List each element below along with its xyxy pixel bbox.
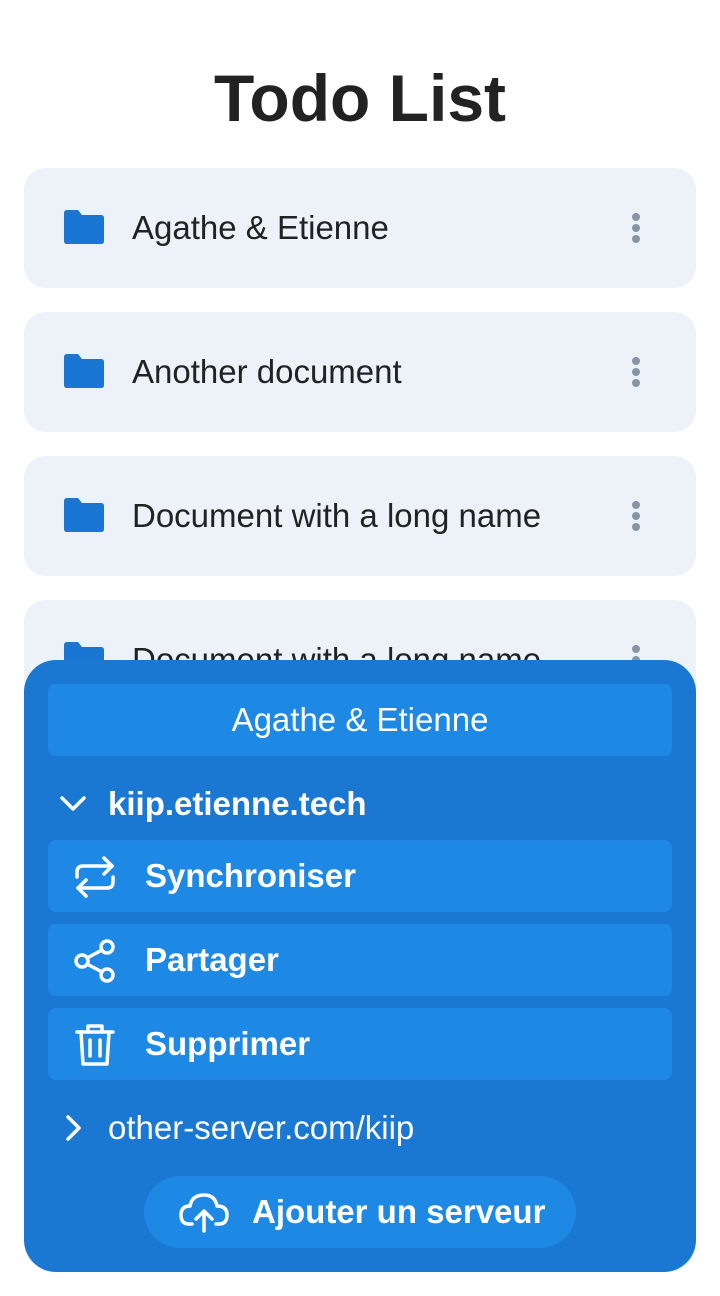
chevron-right-icon — [66, 1115, 81, 1141]
more-vertical-icon[interactable] — [616, 496, 656, 536]
add-server-button[interactable]: Ajouter un serveur — [144, 1176, 576, 1248]
more-vertical-icon[interactable] — [616, 208, 656, 248]
sheet-title: Agathe & Etienne — [48, 684, 672, 756]
sync-label: Synchroniser — [145, 857, 356, 894]
document-actions-sheet: Agathe & Etienne kiip.etienne.tech Synch… — [24, 660, 696, 1272]
server-label: other-server.com/kiip — [108, 1109, 415, 1146]
sync-icon — [75, 856, 115, 898]
share-icon — [74, 939, 115, 983]
chevron-down-icon — [60, 796, 86, 811]
add-server-label: Ajouter un serveur — [252, 1193, 546, 1230]
cloud-upload-icon — [179, 1193, 229, 1233]
folder-icon — [64, 210, 104, 244]
sync-button[interactable]: Synchroniser — [48, 840, 672, 912]
document-item[interactable]: Another document — [24, 312, 696, 432]
document-item[interactable]: Document with a long name — [24, 456, 696, 576]
page: Todo List Agathe & Etienne Another docum… — [0, 0, 720, 1296]
share-label: Partager — [145, 941, 279, 978]
more-vertical-icon[interactable] — [616, 352, 656, 392]
delete-button[interactable]: Supprimer — [48, 1008, 672, 1080]
server-toggle-other-server[interactable]: other-server.com/kiip — [48, 1096, 672, 1160]
server-toggle-kiip-etienne-tech[interactable]: kiip.etienne.tech — [48, 772, 672, 836]
trash-icon — [75, 1024, 115, 1066]
delete-label: Supprimer — [145, 1025, 311, 1062]
document-name: Agathe & Etienne — [132, 209, 389, 246]
folder-icon — [64, 498, 104, 532]
page-title: Todo List — [213, 61, 507, 135]
document-name: Document with a long name — [132, 497, 542, 534]
share-button[interactable]: Partager — [48, 924, 672, 996]
server-label: kiip.etienne.tech — [108, 785, 367, 822]
document-item[interactable]: Agathe & Etienne — [24, 168, 696, 288]
document-name: Another document — [132, 353, 402, 390]
folder-icon — [64, 354, 104, 388]
